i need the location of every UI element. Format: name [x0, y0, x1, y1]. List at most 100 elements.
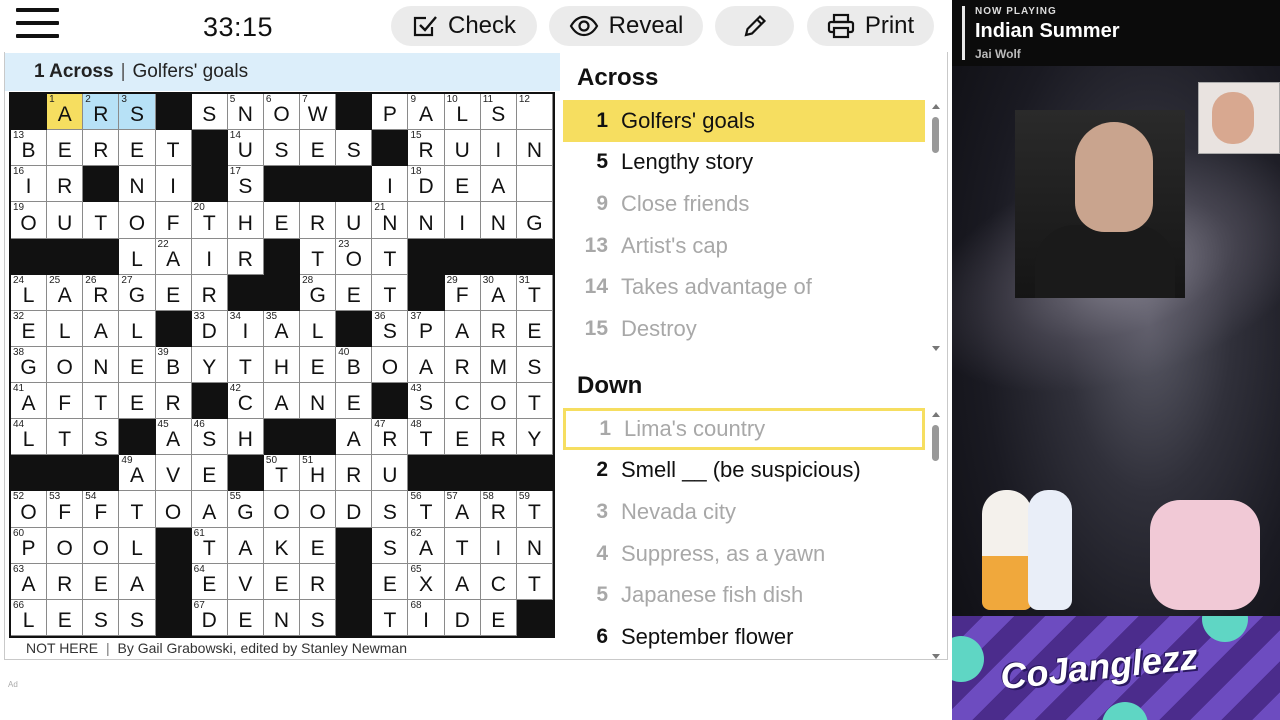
grid-cell[interactable]: V	[155, 455, 192, 492]
grid-cell[interactable]: N	[263, 599, 301, 636]
grid-cell[interactable]: 60 P	[11, 527, 48, 564]
grid-cell[interactable]: S	[83, 599, 120, 636]
grid-cell[interactable]: U	[372, 455, 409, 492]
grid-cell[interactable]: M	[480, 346, 517, 384]
grid-cell[interactable]: 33 D	[191, 310, 228, 347]
grid-cell[interactable]: E	[336, 274, 373, 311]
grid-cell[interactable]: E	[155, 274, 192, 311]
grid-cell[interactable]: 41 A	[11, 383, 48, 420]
grid-cell[interactable]: E	[372, 563, 409, 600]
grid-cell[interactable]: E	[336, 383, 373, 420]
grid-cell[interactable]: U	[444, 130, 481, 167]
grid-cell[interactable]: A	[444, 310, 481, 347]
grid-cell[interactable]: A	[444, 563, 481, 600]
across-clue-list[interactable]: 1 Golfers' goals 5 Lengthy story 9 Close frie…	[563, 100, 925, 356]
scroll-down-icon[interactable]	[932, 654, 940, 659]
grid-cell[interactable]: E	[83, 563, 120, 600]
grid-cell[interactable]: 55 G	[227, 491, 264, 528]
grid-cell[interactable]: 28 G	[300, 274, 337, 311]
grid-cell[interactable]: 48 T	[408, 419, 445, 456]
grid-cell[interactable]: Y	[191, 346, 228, 384]
grid-cell[interactable]: L	[119, 310, 156, 347]
grid-cell[interactable]: E	[480, 599, 517, 636]
grid-cell[interactable]: R	[444, 346, 481, 384]
scroll-down-icon[interactable]	[932, 346, 940, 351]
grid-cell[interactable]: L	[47, 310, 84, 347]
grid-cell[interactable]: O	[263, 491, 301, 528]
grid-cell[interactable]: C	[480, 563, 517, 600]
grid-cell[interactable]: 61 T	[191, 527, 228, 564]
grid-cell[interactable]: 35 A	[263, 310, 301, 347]
grid-cell[interactable]: O	[372, 346, 409, 384]
grid-cell[interactable]: 37 P	[408, 310, 445, 347]
grid-cell[interactable]: T	[83, 202, 120, 239]
grid-cell[interactable]: E	[300, 527, 337, 564]
grid-cell[interactable]: 59 T	[516, 491, 553, 528]
grid-cell[interactable]: 15 R	[408, 130, 445, 167]
grid-cell[interactable]: 18 D	[408, 166, 445, 203]
grid-cell[interactable]: 2R	[83, 94, 120, 131]
grid-cell[interactable]: 27 G	[119, 274, 156, 311]
down-clue-item[interactable]: 3 Nevada city	[563, 491, 925, 533]
grid-cell[interactable]: H	[227, 419, 264, 456]
grid-cell[interactable]: 65 X	[408, 563, 445, 600]
grid-cell[interactable]: R	[300, 202, 337, 239]
grid-cell[interactable]: 13 B	[11, 130, 48, 167]
grid-cell[interactable]: I	[155, 166, 192, 203]
grid-cell[interactable]: 40 B	[336, 346, 373, 384]
grid-cell[interactable]: O	[300, 491, 337, 528]
grid-cell[interactable]: E	[227, 599, 264, 636]
grid-cell[interactable]: 7W	[300, 94, 337, 131]
grid-cell[interactable]: E	[119, 130, 156, 167]
down-clue-item[interactable]: 6 September flower	[563, 616, 925, 658]
grid-cell[interactable]: 68 I	[408, 599, 445, 636]
grid-cell[interactable]: 30 A	[480, 274, 517, 311]
grid-cell[interactable]: 67 D	[191, 599, 228, 636]
grid-cell[interactable]: O	[480, 383, 517, 420]
across-scrollbar[interactable]	[927, 104, 943, 354]
grid-cell[interactable]: I	[480, 527, 517, 564]
grid-cell[interactable]: 62 A	[408, 527, 445, 564]
grid-cell[interactable]: 57 A	[444, 491, 481, 528]
grid-cell[interactable]: S	[191, 94, 228, 131]
grid-cell[interactable]: T	[372, 274, 409, 311]
down-clue-item[interactable]: 4 Suppress, as a yawn	[563, 533, 925, 575]
grid-cell[interactable]: 19 O	[11, 202, 48, 239]
down-clue-item[interactable]: 2 Smell __ (be suspicious)	[563, 450, 925, 492]
grid-cell[interactable]: E	[444, 166, 481, 203]
grid-cell[interactable]: U	[336, 202, 373, 239]
grid-cell[interactable]: S	[300, 599, 337, 636]
pencil-button[interactable]	[715, 6, 794, 46]
scroll-thumb[interactable]	[932, 425, 939, 461]
grid-cell[interactable]: T	[516, 563, 553, 600]
grid-cell[interactable]: T	[372, 238, 409, 275]
grid-cell[interactable]: L	[300, 310, 337, 347]
grid-cell[interactable]: E	[191, 455, 228, 492]
grid-cell[interactable]: S	[372, 527, 409, 564]
menu-button[interactable]	[16, 8, 60, 38]
grid-cell[interactable]: E	[263, 202, 301, 239]
grid-cell[interactable]: S	[263, 130, 301, 167]
grid-cell[interactable]: R	[47, 166, 84, 203]
across-clue-item[interactable]: 9 Close friends	[563, 183, 925, 225]
grid-cell[interactable]: 24 L	[11, 274, 48, 311]
grid-cell[interactable]: I	[480, 130, 517, 167]
down-clue-item[interactable]: 1 Lima's country	[563, 408, 925, 450]
grid-cell[interactable]: K	[263, 527, 301, 564]
grid-cell[interactable]: T	[300, 238, 337, 275]
grid-cell[interactable]: E	[47, 130, 84, 167]
grid-cell[interactable]: E	[444, 419, 481, 456]
grid-cell[interactable]: 52 O	[11, 491, 48, 528]
grid-cell[interactable]: S	[336, 130, 373, 167]
grid-cell[interactable]: T	[155, 130, 192, 167]
grid-cell[interactable]: R	[480, 419, 517, 456]
grid-cell[interactable]: E	[516, 310, 553, 347]
grid-cell[interactable]: 50 T	[263, 455, 301, 492]
grid-cell[interactable]: O	[119, 202, 156, 239]
grid-cell[interactable]: T	[444, 527, 481, 564]
grid-cell[interactable]: T	[119, 491, 156, 528]
grid-cell[interactable]: 10 L	[444, 94, 481, 131]
grid-cell[interactable]: T	[47, 419, 84, 456]
grid-cell[interactable]: H	[263, 346, 301, 384]
grid-cell[interactable]: R	[480, 310, 517, 347]
